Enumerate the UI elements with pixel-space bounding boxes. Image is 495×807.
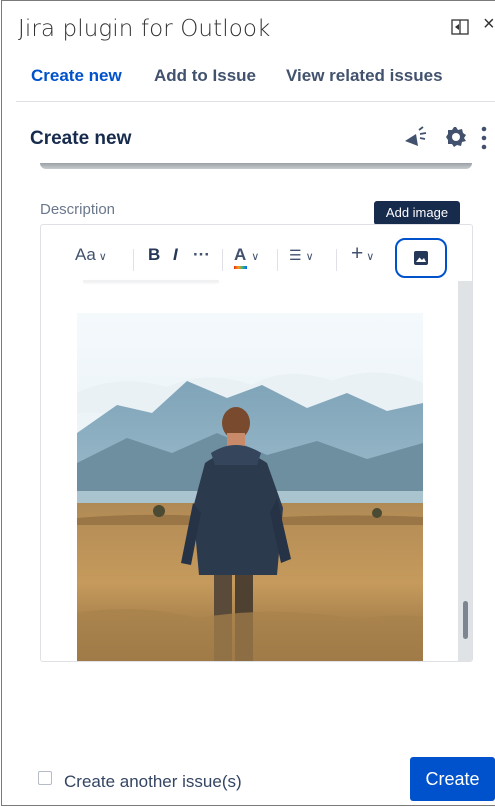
app-title: Jira plugin for Outlook: [18, 16, 271, 42]
text-style-button[interactable]: Aa ∨: [75, 245, 107, 265]
editor-scrollbar[interactable]: [458, 281, 472, 661]
editor-toolbar: Aa ∨ B I ··· A ∨ ☰ ∨ + ∨: [41, 238, 472, 278]
tabs-divider: [16, 101, 495, 102]
chevron-down-icon: ∨: [305, 251, 314, 263]
page-title: Create new: [30, 128, 132, 149]
list-button[interactable]: ☰ ∨: [289, 245, 314, 265]
bold-button[interactable]: B: [148, 245, 160, 265]
scroll-shadow: [40, 163, 472, 169]
more-options-icon[interactable]: [480, 126, 488, 150]
plus-icon: +: [351, 242, 364, 265]
add-image-tooltip: Add image: [374, 201, 460, 225]
description-editor[interactable]: Aa ∨ B I ··· A ∨ ☰ ∨ + ∨: [40, 224, 473, 662]
create-another-checkbox[interactable]: [38, 771, 52, 785]
scrollbar-thumb[interactable]: [463, 601, 468, 639]
create-another-label: Create another issue(s): [64, 772, 242, 791]
text-color-button[interactable]: A ∨: [234, 245, 260, 269]
close-icon[interactable]: ×: [483, 13, 495, 36]
toolbar-shadow: [83, 280, 219, 282]
description-label: Description: [40, 201, 116, 218]
insert-button[interactable]: + ∨: [351, 242, 374, 266]
chevron-down-icon: ∨: [366, 251, 375, 263]
create-button[interactable]: Create: [410, 757, 495, 801]
bullet-list-icon: ☰: [289, 247, 302, 263]
toolbar-divider: [277, 249, 278, 271]
nav-tabs: Create new Add to Issue View related iss…: [0, 62, 495, 98]
tab-view-related-issues[interactable]: View related issues: [286, 66, 443, 86]
italic-button[interactable]: I: [173, 245, 178, 265]
chevron-down-icon: ∨: [251, 251, 260, 263]
taskpane-titlebar: Jira plugin for Outlook ×: [0, 0, 495, 58]
add-image-button[interactable]: [395, 238, 447, 278]
text-style-label: Aa: [75, 245, 96, 264]
inserted-photo: [77, 313, 423, 661]
toolbar-divider: [133, 249, 134, 271]
tab-create-new[interactable]: Create new: [31, 66, 122, 86]
gear-icon[interactable]: [444, 125, 468, 149]
image-icon: [414, 251, 428, 265]
color-swatch: [234, 266, 247, 269]
more-formatting-button[interactable]: ···: [193, 245, 210, 265]
tab-add-to-issue[interactable]: Add to Issue: [154, 66, 256, 86]
chevron-down-icon: ∨: [98, 251, 107, 263]
toolbar-divider: [336, 249, 337, 271]
panel-header: Create new: [0, 116, 495, 156]
megaphone-icon[interactable]: [402, 126, 428, 148]
pin-icon[interactable]: [451, 19, 469, 35]
text-color-label: A: [234, 245, 247, 264]
toolbar-divider: [222, 249, 223, 271]
